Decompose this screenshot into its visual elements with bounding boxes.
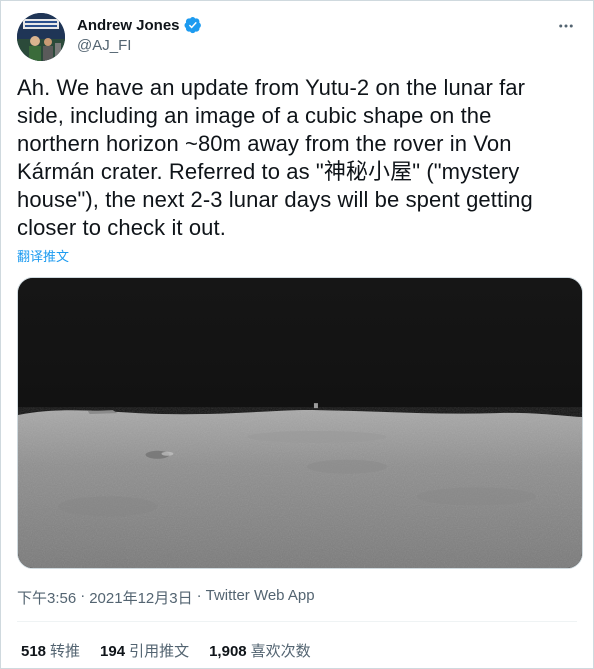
tweet-meta: 下午3:56 · 2021年12月3日 · Twitter Web App	[17, 587, 315, 608]
translate-tweet-link[interactable]: 翻译推文	[17, 246, 69, 265]
likes-label: 喜欢次数	[250, 643, 311, 660]
handle[interactable]: @AJ_FI	[77, 37, 202, 54]
meta-separator: ·	[80, 587, 86, 604]
likes-count: 1,908	[209, 643, 247, 660]
tweet-date[interactable]: 2021年12月3日	[89, 587, 192, 608]
retweets-label: 转推	[50, 643, 81, 660]
tweet-text: Ah. We have an update from Yutu-2 on the…	[17, 75, 540, 240]
tweet-stats: 518 转推 194 引用推文 1,908 喜欢次数	[21, 640, 311, 661]
tweet-photo[interactable]	[17, 277, 583, 569]
tweet-source-app[interactable]: Twitter Web App	[206, 587, 315, 608]
tweet-card: Andrew Jones @AJ_FI Ah. We have an updat…	[0, 0, 594, 669]
retweets-stat[interactable]: 518 转推	[21, 640, 80, 661]
display-name-row: Andrew Jones	[77, 16, 202, 34]
avatar-image	[17, 13, 65, 61]
divider	[17, 621, 577, 622]
verified-badge-icon	[184, 16, 202, 34]
tweet-time[interactable]: 下午3:56	[17, 587, 76, 608]
meta-separator: ·	[196, 587, 202, 604]
more-options-icon[interactable]	[555, 15, 577, 37]
retweets-count: 518	[21, 643, 47, 660]
likes-stat[interactable]: 1,908 喜欢次数	[209, 640, 311, 661]
quotes-count: 194	[100, 643, 126, 660]
lunar-horizon-image	[18, 278, 582, 568]
quotes-stat[interactable]: 194 引用推文	[100, 640, 189, 661]
author-names: Andrew Jones @AJ_FI	[77, 16, 202, 54]
quotes-label: 引用推文	[129, 643, 190, 660]
tweet-header: Andrew Jones @AJ_FI	[17, 13, 577, 61]
avatar[interactable]	[17, 13, 65, 61]
display-name[interactable]: Andrew Jones	[77, 17, 180, 34]
